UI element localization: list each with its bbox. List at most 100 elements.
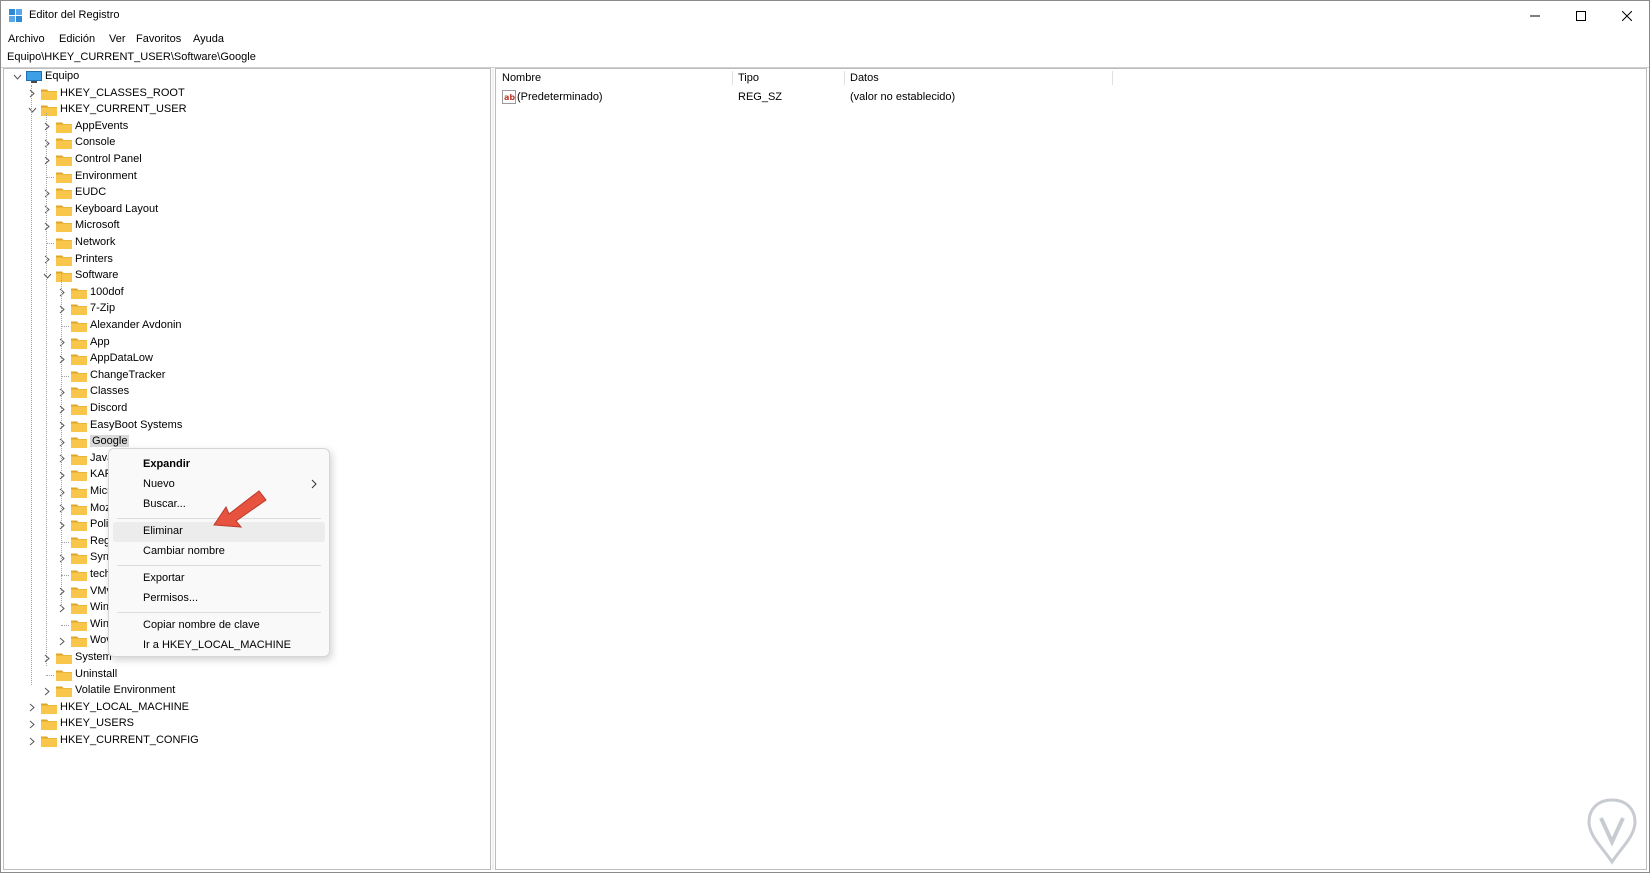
tree-node-easyboot-systems[interactable]: EasyBoot Systems <box>4 418 484 434</box>
chevron-right-icon[interactable] <box>27 700 37 716</box>
chevron-right-icon[interactable] <box>42 135 52 151</box>
column-label: Nombre <box>502 72 542 84</box>
tree-node-alexander-avdonin[interactable]: Alexander Avdonin <box>4 318 484 334</box>
column-divider[interactable] <box>1112 71 1113 85</box>
chevron-right-icon[interactable] <box>57 600 67 616</box>
close-button[interactable] <box>1605 1 1649 31</box>
values-pane[interactable]: Nombre Tipo Datos ab (Predeterminado) RE… <box>495 68 1647 870</box>
chevron-right-icon[interactable] <box>42 218 52 234</box>
chevron-right-icon[interactable] <box>57 517 67 533</box>
menu-ver[interactable]: Ver <box>109 33 126 45</box>
tree-node-label: AppEvents <box>75 119 129 132</box>
tree-node-hku[interactable]: HKEY_USERS <box>4 716 484 732</box>
tree-node-label: HKEY_LOCAL_MACHINE <box>60 700 189 713</box>
tree-node-control-panel[interactable]: Control Panel <box>4 152 484 168</box>
chevron-right-icon[interactable] <box>27 733 37 749</box>
value-row[interactable]: ab (Predeterminado) REG_SZ (valor no est… <box>496 89 1136 107</box>
menu-item-expand[interactable]: Expandir <box>113 455 325 475</box>
chevron-right-icon[interactable] <box>42 650 52 666</box>
tree-node-eudc[interactable]: EUDC <box>4 185 484 201</box>
tree-node-printers[interactable]: Printers <box>4 252 484 268</box>
chevron-right-icon[interactable] <box>57 550 67 566</box>
menu-item-export[interactable]: Exportar <box>113 569 325 589</box>
chevron-right-icon[interactable] <box>42 152 52 168</box>
tree-node-changetracker[interactable]: ChangeTracker <box>4 368 484 384</box>
chevron-right-icon[interactable] <box>57 301 67 317</box>
address-path[interactable]: Equipo\HKEY_CURRENT_USER\Software\Google <box>7 51 256 63</box>
chevron-right-icon[interactable] <box>42 252 52 268</box>
menu-favoritos[interactable]: Favoritos <box>136 33 181 45</box>
chevron-right-icon[interactable] <box>57 501 67 517</box>
menu-separator <box>117 612 321 613</box>
chevron-right-icon[interactable] <box>42 119 52 135</box>
address-bar[interactable]: Equipo\HKEY_CURRENT_USER\Software\Google <box>1 49 1649 68</box>
chevron-right-icon[interactable] <box>57 584 67 600</box>
column-label: Datos <box>850 72 879 84</box>
chevron-right-icon[interactable] <box>57 384 67 400</box>
tree-node-hkcr[interactable]: HKEY_CLASSES_ROOT <box>4 86 484 102</box>
menu-item-permissions[interactable]: Permisos... <box>113 589 325 609</box>
tree-node-label: Environment <box>75 169 137 182</box>
menu-item-copy-key-name[interactable]: Copiar nombre de clave <box>113 616 325 636</box>
tree-node-hkcc[interactable]: HKEY_CURRENT_CONFIG <box>4 733 484 749</box>
tree-node-appdatalow[interactable]: AppDataLow <box>4 351 484 367</box>
column-header-nombre[interactable]: Nombre <box>496 69 732 87</box>
tree-node-volatile-environment[interactable]: Volatile Environment <box>4 683 484 699</box>
tree-node-keyboard-layout[interactable]: Keyboard Layout <box>4 202 484 218</box>
chevron-right-icon[interactable] <box>27 716 37 732</box>
menu-item-rename[interactable]: Cambiar nombre <box>113 542 325 562</box>
menu-item-label: Cambiar nombre <box>143 545 225 557</box>
chevron-right-icon[interactable] <box>57 401 67 417</box>
tree-connector <box>46 176 54 178</box>
tree-node-network[interactable]: Network <box>4 235 484 251</box>
chevron-right-icon[interactable] <box>57 351 67 367</box>
chevron-right-icon[interactable] <box>42 683 52 699</box>
tree-node-app[interactable]: App <box>4 335 484 351</box>
tree-node-hklm[interactable]: HKEY_LOCAL_MACHINE <box>4 700 484 716</box>
menu-item-goto-hklm[interactable]: Ir a HKEY_LOCAL_MACHINE <box>113 636 325 656</box>
chevron-right-icon[interactable] <box>57 633 67 649</box>
tree-node-label: Network <box>75 236 116 248</box>
menu-ayuda[interactable]: Ayuda <box>193 33 224 45</box>
maximize-button[interactable] <box>1559 1 1603 31</box>
tree-node-label: Console <box>75 136 116 149</box>
tree-node-7-zip[interactable]: 7-Zip <box>4 301 484 317</box>
pane-splitter[interactable] <box>492 68 494 870</box>
folder-icon <box>71 619 87 634</box>
tree-node-classes[interactable]: Classes <box>4 384 484 400</box>
column-header-datos[interactable]: Datos <box>844 69 1112 87</box>
chevron-right-icon[interactable] <box>57 285 67 301</box>
menu-edicion[interactable]: Edición <box>59 33 95 45</box>
chevron-down-icon[interactable] <box>12 69 22 85</box>
minimize-button[interactable] <box>1513 1 1557 31</box>
chevron-right-icon[interactable] <box>57 418 67 434</box>
chevron-right-icon[interactable] <box>27 86 37 102</box>
tree-node-microsoft[interactable]: Microsoft <box>4 218 484 234</box>
tree-node-equipo[interactable]: Equipo <box>4 69 484 85</box>
chevron-right-icon[interactable] <box>57 484 67 500</box>
tree-node-discord[interactable]: Discord <box>4 401 484 417</box>
folder-icon <box>56 204 72 219</box>
chevron-right-icon[interactable] <box>57 467 67 483</box>
chevron-down-icon[interactable] <box>27 102 37 118</box>
tree-node-label: Equipo <box>45 70 80 82</box>
folder-icon <box>71 303 87 318</box>
chevron-right-icon[interactable] <box>57 434 67 450</box>
tree-node-console[interactable]: Console <box>4 135 484 151</box>
tree-node-label: EUDC <box>75 186 107 199</box>
chevron-down-icon[interactable] <box>42 268 52 284</box>
chevron-right-icon[interactable] <box>42 202 52 218</box>
chevron-right-icon[interactable] <box>42 185 52 201</box>
string-value-icon: ab <box>502 90 516 104</box>
chevron-right-icon[interactable] <box>57 335 67 351</box>
chevron-right-icon[interactable] <box>57 451 67 467</box>
tree-node-environment[interactable]: Environment <box>4 169 484 185</box>
tree-node-appevents[interactable]: AppEvents <box>4 119 484 135</box>
tree-node-100dof[interactable]: 100dof <box>4 285 484 301</box>
tree-node-software[interactable]: Software <box>4 268 484 284</box>
column-header-tipo[interactable]: Tipo <box>732 69 844 87</box>
tree-node-hkcu[interactable]: HKEY_CURRENT_USER <box>4 102 484 118</box>
tree-node-uninstall[interactable]: Uninstall <box>4 667 484 683</box>
menu-archivo[interactable]: Archivo <box>8 33 45 45</box>
folder-icon <box>71 370 87 385</box>
